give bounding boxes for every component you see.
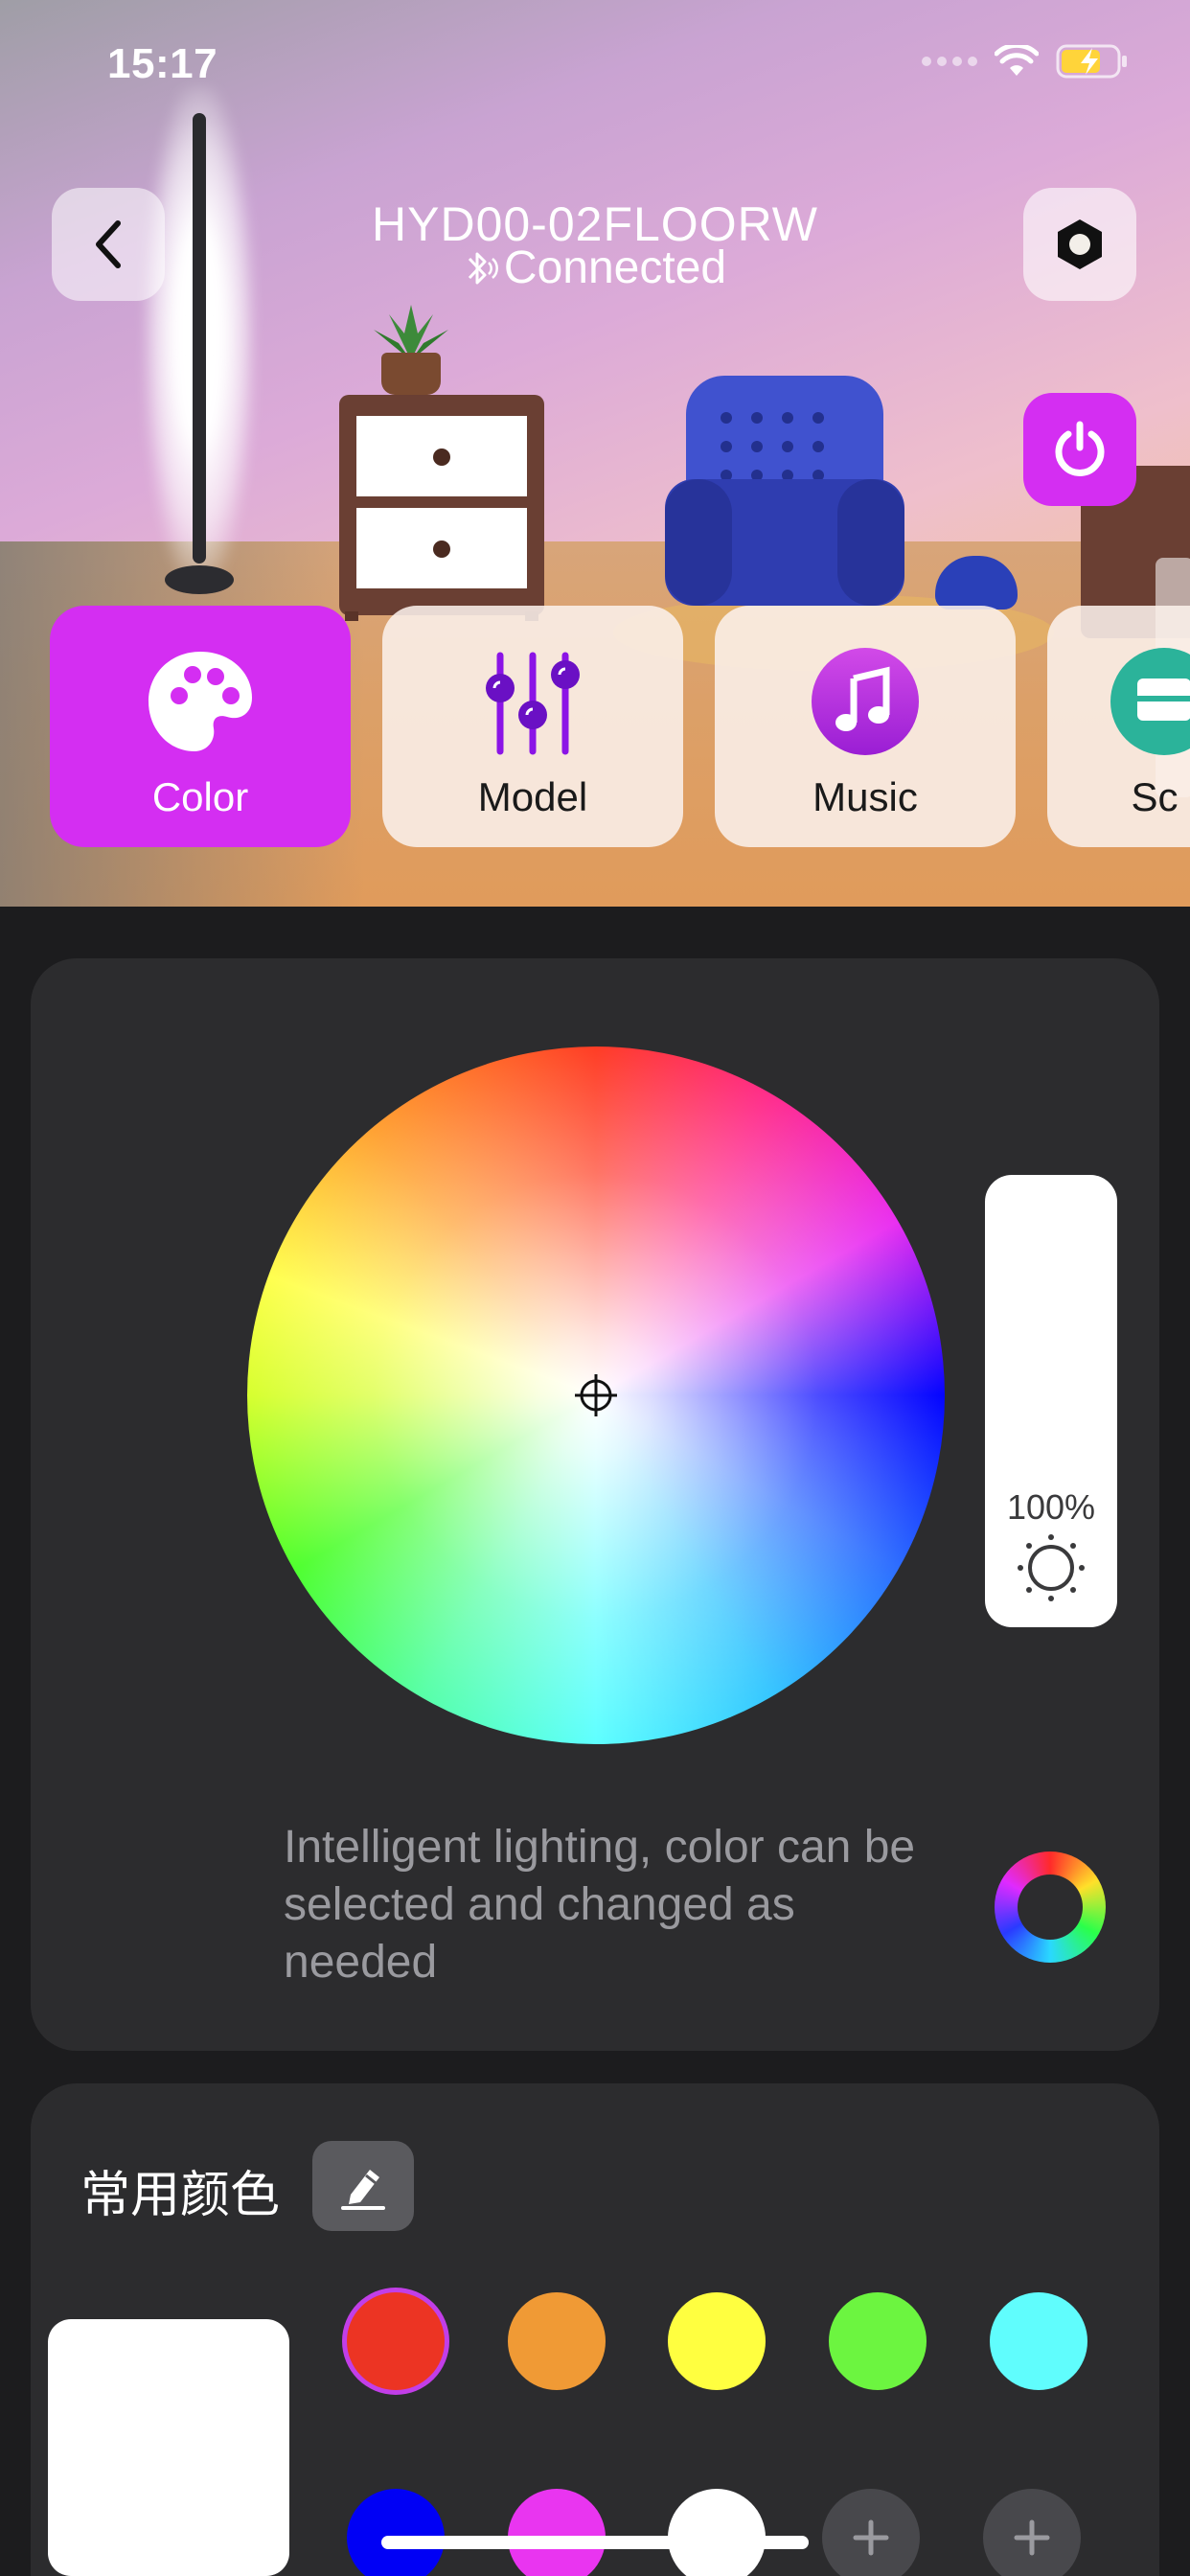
- music-note-icon: [808, 644, 923, 759]
- favorite-color-swatch[interactable]: [508, 2489, 606, 2576]
- drawer: [356, 416, 527, 496]
- cabinet-leg: [345, 611, 358, 621]
- brightness-slider[interactable]: 100%: [985, 1175, 1117, 1627]
- sliders-icon: [475, 644, 590, 759]
- bluetooth-icon: [468, 252, 498, 284]
- favorite-colors-title: 常用颜色: [80, 2168, 281, 2223]
- back-button[interactable]: [52, 188, 165, 301]
- tab-music[interactable]: Music: [715, 606, 1016, 847]
- favorite-color-swatch[interactable]: [990, 2292, 1087, 2390]
- crosshair-icon[interactable]: [573, 1372, 619, 1418]
- brightness-value: 100%: [1006, 1487, 1096, 1527]
- tab-color[interactable]: Color: [50, 606, 351, 847]
- connection-status: Connected: [308, 242, 882, 294]
- add-color-button[interactable]: [822, 2489, 920, 2576]
- palette-icon: [143, 644, 258, 759]
- tab-scene-label: Sc: [1131, 774, 1179, 819]
- lamp-base: [165, 565, 234, 594]
- settings-button[interactable]: [1023, 188, 1136, 301]
- status-time: 15:17: [107, 40, 218, 87]
- favorite-color-swatch[interactable]: [668, 2292, 766, 2390]
- home-indicator[interactable]: [381, 2536, 809, 2549]
- hexagon-settings-icon: [1058, 219, 1102, 269]
- chair-arm: [837, 479, 904, 606]
- flower-pot: [381, 353, 441, 395]
- status-icons: [922, 44, 1129, 79]
- plus-icon: [1014, 2519, 1050, 2556]
- power-icon: [1055, 421, 1105, 476]
- chevron-left-icon: [96, 220, 121, 268]
- tab-color-label: Color: [151, 774, 249, 819]
- favorite-color-swatch[interactable]: [347, 2292, 445, 2390]
- connection-status-label: Connected: [503, 242, 727, 293]
- cellular-signal-icon: [922, 57, 977, 66]
- favorite-color-swatch[interactable]: [508, 2292, 606, 2390]
- power-button[interactable]: [1023, 393, 1136, 506]
- battery-charging-icon: [1056, 44, 1127, 79]
- favorite-color-swatch[interactable]: [829, 2292, 927, 2390]
- pencil-icon: [341, 2170, 385, 2210]
- chair-tufts: [721, 412, 855, 489]
- current-color-preview: [48, 2319, 289, 2576]
- add-color-button[interactable]: [983, 2489, 1081, 2576]
- drawer: [356, 508, 527, 588]
- scene-icon: [1107, 644, 1190, 759]
- chair-arm: [665, 479, 732, 606]
- wifi-icon: [995, 45, 1039, 76]
- brightness-sun-icon: [1018, 1534, 1085, 1601]
- tab-scene[interactable]: Sc: [1047, 606, 1190, 847]
- room-scene: 15:17 HYD00-02FLOORW Connected Color Mod…: [0, 0, 1190, 907]
- edit-favorites-button[interactable]: [312, 2141, 414, 2231]
- favorite-color-swatch[interactable]: [347, 2489, 445, 2576]
- color-ring-button[interactable]: [995, 1852, 1106, 1963]
- color-description: Intelligent lighting, color can be selec…: [284, 1822, 916, 1988]
- tab-music-label: Music: [812, 774, 918, 819]
- floor-lamp: [193, 113, 206, 564]
- favorite-color-swatch[interactable]: [668, 2489, 766, 2576]
- tab-model-label: Model: [477, 774, 588, 819]
- cabinet: [339, 395, 544, 615]
- plus-icon: [853, 2519, 889, 2556]
- tab-model[interactable]: Model: [382, 606, 683, 847]
